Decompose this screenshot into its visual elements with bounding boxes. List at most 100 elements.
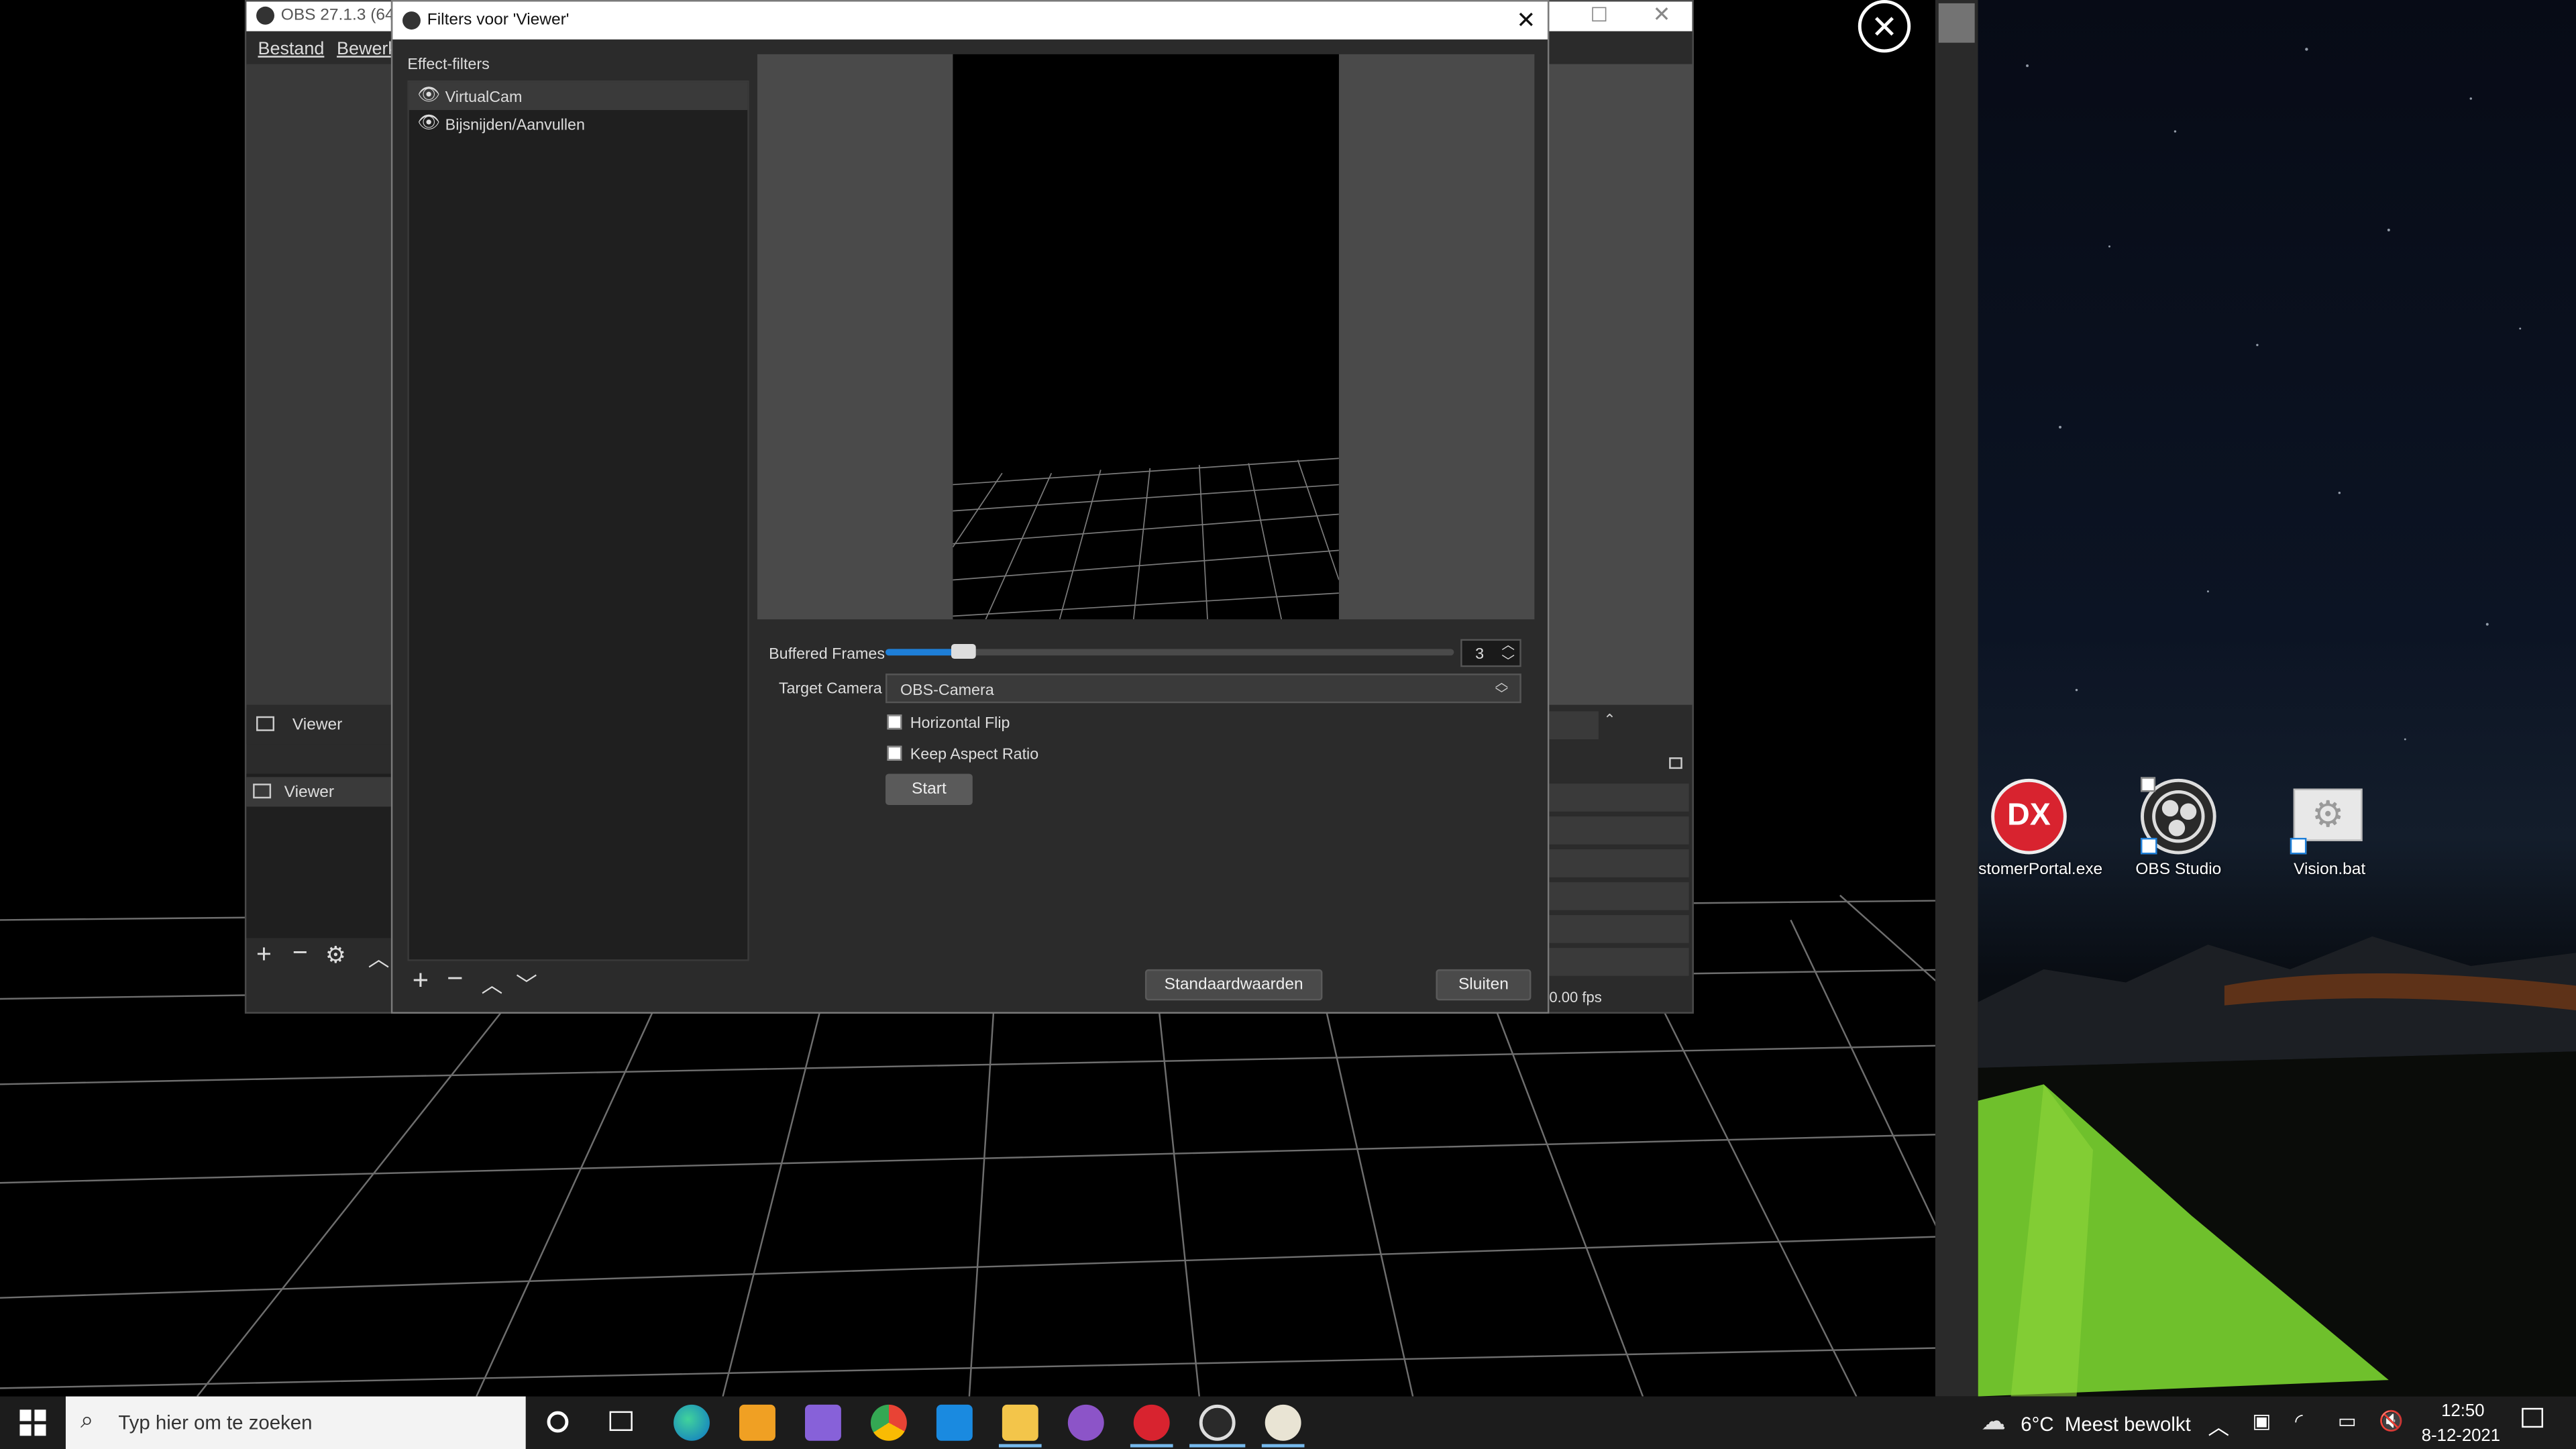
- dialog-close-button[interactable]: ✕: [1516, 7, 1536, 35]
- menu-bestand[interactable]: Bestand: [258, 40, 324, 59]
- remove-source-button[interactable]: −: [292, 940, 308, 969]
- right-row: [1549, 816, 1689, 845]
- edge-icon[interactable]: [674, 1404, 710, 1441]
- dialog-title: Filters voor 'Viewer': [427, 11, 570, 30]
- sources-list: Viewer: [246, 773, 394, 938]
- windows-start-icon[interactable]: [19, 1409, 46, 1436]
- chrome-icon[interactable]: [870, 1404, 907, 1441]
- scene-label: Viewer: [292, 716, 343, 735]
- select-arrows-icon: ︿ ﹀: [1495, 675, 1509, 702]
- spin-down-icon[interactable]: ﹀: [1501, 652, 1515, 670]
- search-icon: ⌕: [80, 1406, 94, 1433]
- right-field: [1549, 711, 1599, 740]
- preview-canvas: [953, 54, 1339, 620]
- shortcut-arrow-icon: [2141, 837, 2157, 855]
- dialog-title-bar: Filters voor 'Viewer' ✕: [392, 1, 1548, 40]
- right-row: [1549, 948, 1689, 976]
- file-explorer-icon[interactable]: [1002, 1404, 1038, 1441]
- dx-taskbar-icon[interactable]: [1133, 1404, 1170, 1441]
- spin-up-icon[interactable]: ︿: [1501, 636, 1515, 654]
- obs-taskbar-icon[interactable]: [1199, 1404, 1236, 1441]
- cortana-icon[interactable]: [547, 1411, 569, 1433]
- menu-bewerken[interactable]: Bewerk: [337, 40, 397, 59]
- source-label: Viewer: [284, 784, 335, 802]
- taskbar-search-box[interactable]: ⌕ Typ hier om te zoeken: [65, 1396, 526, 1449]
- add-filter-button[interactable]: +: [413, 965, 429, 998]
- right-spinner-icon[interactable]: ⌃: [1603, 711, 1615, 729]
- scene-scrollbar-thumb[interactable]: [1938, 3, 1975, 43]
- mail-icon[interactable]: [936, 1404, 973, 1441]
- gear-file-icon: ⚙: [2293, 788, 2363, 841]
- cloud-icon: ☁: [1981, 1407, 2006, 1436]
- wallpaper-art: [1978, 48, 2576, 1397]
- filter-name: VirtualCam: [445, 89, 523, 107]
- right-row: [1549, 915, 1689, 943]
- filter-item-crop-pad[interactable]: 👁 Bijsnijden/Aanvullen: [409, 110, 747, 138]
- checkbox-icon: [2141, 777, 2156, 792]
- filter-item-virtualcam[interactable]: 👁 VirtualCam: [409, 82, 748, 111]
- close-button[interactable]: ✕: [1653, 1, 1671, 28]
- slider-fill: [885, 649, 954, 656]
- move-filter-down-button[interactable]: ﹀: [516, 967, 537, 999]
- remove-filter-button[interactable]: −: [447, 963, 463, 996]
- close-icon: [1875, 17, 1894, 36]
- visual-studio-icon[interactable]: [805, 1404, 841, 1441]
- scene-icon: [256, 716, 274, 731]
- defaults-button[interactable]: Standaardwaarden: [1144, 969, 1323, 1001]
- obs-logo-icon: [402, 11, 421, 30]
- filter-preview: [757, 54, 1535, 620]
- horizontal-flip-checkbox[interactable]: [887, 714, 902, 730]
- task-view-icon[interactable]: [609, 1411, 633, 1432]
- notification-icon[interactable]: [2522, 1407, 2544, 1428]
- horizontal-flip-label: Horizontal Flip: [910, 714, 1010, 733]
- weather-text[interactable]: 6°C Meest bewolkt: [2021, 1413, 2191, 1436]
- paint-icon[interactable]: [1265, 1404, 1301, 1441]
- search-placeholder: Typ hier om te zoeken: [118, 1411, 313, 1434]
- desktop-wallpaper: [1978, 0, 2576, 1397]
- scene-scrollbar[interactable]: [1935, 0, 1978, 1397]
- clock-date[interactable]: 8-12-2021: [2422, 1426, 2500, 1446]
- source-settings-gear-icon[interactable]: ⚙: [325, 941, 346, 969]
- clock-time[interactable]: 12:50: [2441, 1401, 2484, 1421]
- add-source-button[interactable]: +: [256, 941, 272, 971]
- keep-aspect-label: Keep Aspect Ratio: [910, 745, 1039, 764]
- fps-status: 0.00 fps: [1549, 989, 1602, 1006]
- volume-muted-icon[interactable]: 🔇: [2379, 1409, 2404, 1432]
- desktop-icon-vision-bat[interactable]: ⚙: [2284, 772, 2375, 871]
- obs-right-panel: [1549, 64, 1693, 705]
- github-icon[interactable]: [1067, 1404, 1104, 1441]
- buffered-frames-slider[interactable]: [885, 644, 1454, 659]
- target-camera-select[interactable]: OBS-Camera ︿ ﹀: [885, 674, 1521, 704]
- eye-icon[interactable]: 👁: [417, 112, 440, 133]
- desktop-icon-obs-studio[interactable]: [2129, 772, 2228, 871]
- slider-handle[interactable]: [950, 644, 975, 659]
- dock-float-icon[interactable]: [1669, 757, 1682, 769]
- store-icon[interactable]: [739, 1404, 775, 1441]
- sources-toolbar: + − ⚙ ︿: [246, 940, 394, 977]
- maximize-button[interactable]: ☐: [1591, 3, 1608, 26]
- buffered-frames-label: Buffered Frames: [769, 645, 885, 664]
- meet-now-icon[interactable]: ▣: [2253, 1409, 2271, 1432]
- source-item-viewer[interactable]: Viewer: [246, 777, 394, 807]
- filter-list-toolbar: + − ︿ ﹀: [407, 963, 572, 1000]
- preview-grid: [953, 458, 1339, 620]
- active-indicator: [1189, 1444, 1246, 1448]
- tray-chevron-icon[interactable]: ︿: [2208, 1409, 2229, 1441]
- battery-icon[interactable]: ▭: [2338, 1409, 2357, 1432]
- close-dialog-button[interactable]: Sluiten: [1436, 969, 1532, 1001]
- keep-aspect-checkbox[interactable]: [887, 745, 902, 761]
- wifi-icon[interactable]: ◜: [2295, 1409, 2302, 1432]
- start-button[interactable]: Start: [885, 773, 973, 806]
- desktop-icon-label: OBS Studio: [2135, 861, 2222, 879]
- eye-icon[interactable]: 👁: [417, 84, 440, 105]
- move-filter-up-button[interactable]: ︿: [482, 967, 503, 999]
- target-camera-label: Target Camera: [778, 680, 882, 698]
- right-row: [1549, 849, 1689, 877]
- scene-close-button[interactable]: [1858, 0, 1911, 53]
- filters-dialog: Filters voor 'Viewer' ✕ Effect-filters 👁…: [390, 0, 1550, 1014]
- obs-window-title: OBS 27.1.3 (64-: [280, 6, 400, 25]
- active-indicator: [1261, 1444, 1305, 1448]
- buffered-frames-value: 3: [1475, 645, 1485, 664]
- scene-header: Viewer: [246, 708, 394, 745]
- move-up-button[interactable]: ︿: [368, 941, 390, 973]
